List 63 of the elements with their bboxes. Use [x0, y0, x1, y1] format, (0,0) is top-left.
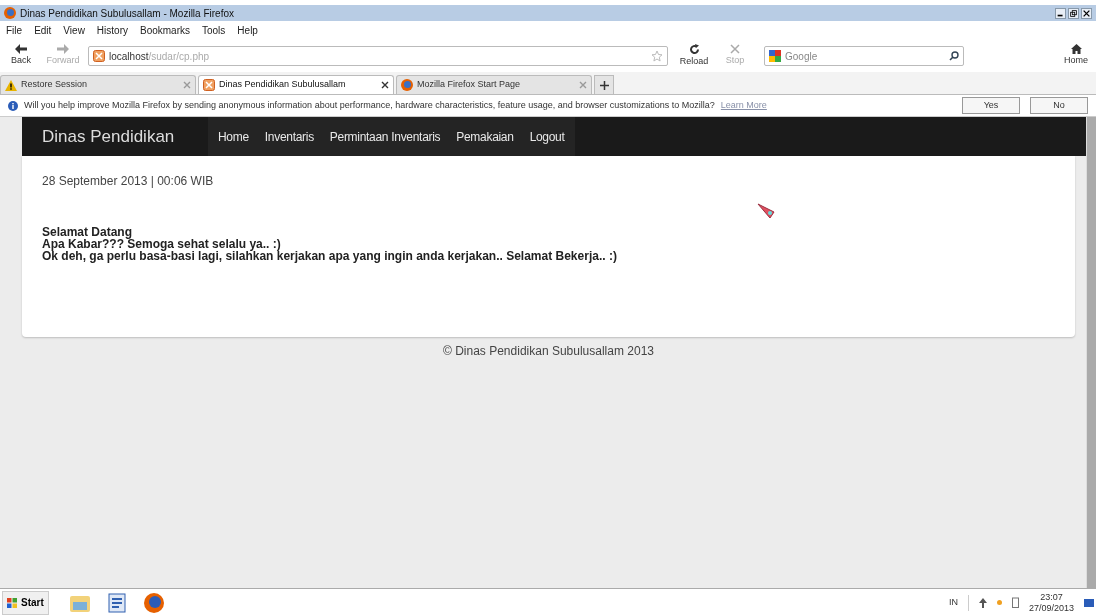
menu-item[interactable]: View	[63, 23, 85, 38]
firefox-icon	[4, 7, 16, 19]
notification-button[interactable]: No	[1030, 97, 1088, 114]
clock-time[interactable]: 23:07	[1040, 591, 1063, 603]
plus-icon	[599, 80, 609, 90]
browser-tab[interactable]: Dinas Pendidikan Subulusallam	[198, 75, 394, 94]
windows-logo-icon	[7, 597, 17, 608]
scrollbar[interactable]	[1086, 117, 1096, 588]
site-icon	[93, 50, 105, 62]
nav-link[interactable]: Pemakaian	[456, 127, 514, 146]
browser-tab[interactable]: Restore Session	[0, 75, 196, 94]
menu-item[interactable]: File	[6, 23, 23, 38]
language-indicator[interactable]: IN	[948, 595, 958, 610]
firefox-icon	[401, 79, 413, 91]
menu-item[interactable]: Help	[237, 23, 258, 38]
welcome-line: Ok deh, ga perlu basa-basi lagi, silahkan kerjakan apa yang ingin anda kerjakan.. Selamat Bekerja.. :)	[42, 250, 618, 262]
menu-item[interactable]: Tools	[202, 23, 226, 38]
url-text: localhost/sudar/cp.php	[109, 49, 211, 64]
stop-icon	[730, 44, 740, 55]
date-text: 28 September 2013 | 00:06 WIB	[42, 173, 215, 190]
brand-title[interactable]: Dinas Pendidikan	[22, 123, 208, 150]
browser-tab[interactable]: Mozilla Firefox Start Page	[396, 75, 592, 94]
warning-icon	[5, 79, 17, 91]
menu-item[interactable]: History	[96, 23, 128, 38]
back-button[interactable]: Back	[4, 44, 38, 68]
reload-button[interactable]: Reload	[674, 43, 714, 69]
info-icon	[8, 100, 18, 111]
search-field[interactable]: Google	[764, 46, 964, 66]
search-icon[interactable]	[949, 51, 959, 61]
notification-button[interactable]: Yes	[962, 97, 1020, 114]
clock-date[interactable]: 27/09/2013	[1028, 602, 1074, 614]
start-button[interactable]: Start	[2, 590, 49, 615]
restore-icon[interactable]	[1068, 7, 1079, 19]
menu-item[interactable]: Edit	[34, 23, 52, 38]
home-button[interactable]: Home	[1060, 44, 1092, 68]
show-desktop-button[interactable]	[1084, 598, 1094, 607]
status-dot-icon[interactable]	[996, 600, 1002, 605]
nav-link[interactable]: Permintaan Inventaris	[329, 127, 441, 146]
welcome-line: Apa Kabar??? Semoga sehat selalu ya.. :)	[42, 238, 281, 250]
site-icon	[203, 79, 215, 91]
document-icon[interactable]	[106, 592, 127, 613]
nav-link[interactable]: Home	[218, 127, 249, 146]
home-icon	[1070, 44, 1082, 55]
nav-link[interactable]: Logout	[529, 127, 565, 146]
minimize-icon[interactable]	[1055, 7, 1066, 19]
new-tab-button[interactable]	[594, 75, 614, 94]
close-tab-icon[interactable]	[381, 81, 389, 89]
reload-icon	[688, 43, 700, 55]
battery-icon[interactable]	[1011, 597, 1019, 608]
notification-message: Will you help improve Mozilla Firefox by sending anonymous information about performance, hardware characteristics, feature usage, and browser customizations to Mozilla?	[24, 98, 715, 112]
menu-item[interactable]: Bookmarks	[140, 23, 190, 38]
back-arrow-icon	[15, 44, 27, 55]
star-icon[interactable]	[651, 50, 663, 62]
forward-arrow-icon	[57, 44, 69, 55]
google-icon	[769, 50, 781, 62]
firefox-taskbar-icon[interactable]	[142, 591, 165, 614]
nav-link[interactable]: Inventaris	[264, 127, 314, 146]
address-field[interactable]: localhost/sudar/cp.php	[88, 46, 668, 66]
window-title: Dinas Pendidikan Subulusallam - Mozilla Firefox	[20, 6, 235, 21]
footer-text: © Dinas Pendidikan Subulusallam 2013	[442, 343, 655, 360]
cursor-icon	[757, 203, 777, 219]
close-icon[interactable]	[1081, 7, 1092, 19]
welcome-line: Selamat Datang	[42, 226, 133, 238]
